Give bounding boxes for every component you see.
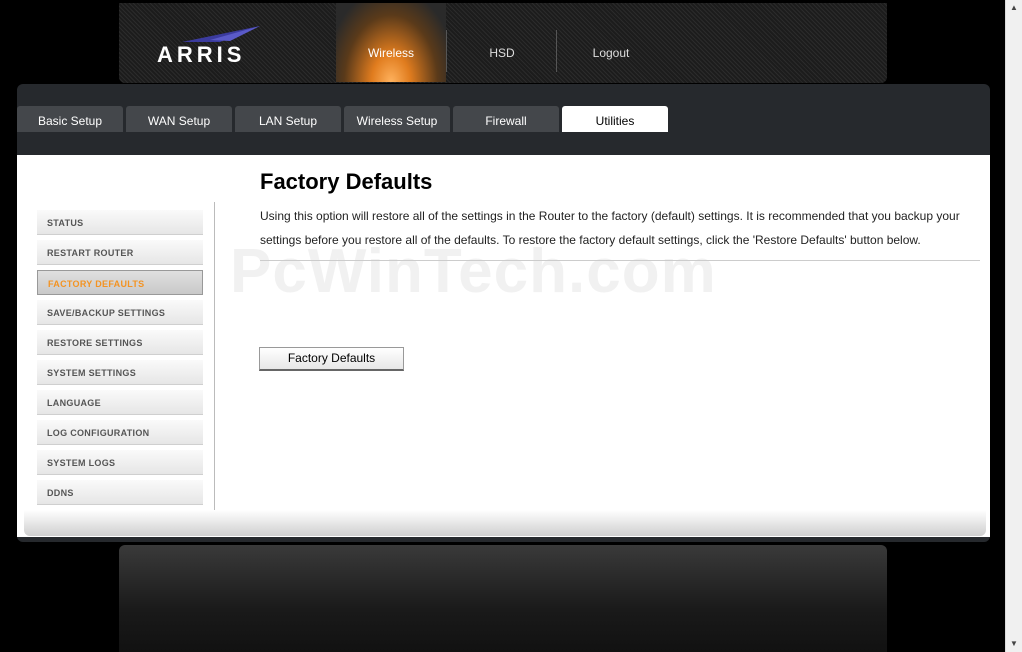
arris-logo-swoosh-icon <box>182 26 260 42</box>
page-description: Using this option will restore all of th… <box>260 209 960 247</box>
tab-wan-setup[interactable]: WAN Setup <box>126 106 232 132</box>
factory-defaults-button[interactable]: Factory Defaults <box>259 347 404 371</box>
topnav-hsd[interactable]: HSD <box>447 3 557 82</box>
tab-lan-setup[interactable]: LAN Setup <box>235 106 341 132</box>
page-title: Factory Defaults <box>260 169 433 194</box>
sidebar-item-system-settings[interactable]: SYSTEM SETTINGS <box>37 360 203 385</box>
sidebar-item-save-backup-settings[interactable]: SAVE/BACKUP SETTINGS <box>37 300 203 325</box>
browser-viewport: ARRIS Wireless HSD Logout Basic Setup WA… <box>0 0 1005 652</box>
sidebar-item-status[interactable]: STATUS <box>37 210 203 235</box>
scroll-up-arrow-icon[interactable]: ▲ <box>1006 0 1022 16</box>
tab-utilities[interactable]: Utilities <box>562 106 668 132</box>
arris-logo: ARRIS <box>157 42 246 67</box>
tab-wireless-setup[interactable]: Wireless Setup <box>344 106 450 132</box>
sidebar-item-system-logs[interactable]: SYSTEM LOGS <box>37 450 203 475</box>
sidebar-item-restore-settings[interactable]: RESTORE SETTINGS <box>37 330 203 355</box>
tab-basic-setup[interactable]: Basic Setup <box>17 106 123 132</box>
footer-band <box>119 545 887 652</box>
topnav-wireless[interactable]: Wireless <box>336 3 446 82</box>
tab-firewall[interactable]: Firewall <box>453 106 559 132</box>
topnav-logout[interactable]: Logout <box>556 3 666 82</box>
sidebar-item-ddns[interactable]: DDNS <box>37 480 203 505</box>
vertical-scrollbar[interactable]: ▲ ▼ <box>1005 0 1022 652</box>
divider <box>260 260 980 261</box>
content-bottom-shade <box>24 510 986 536</box>
sidebar-item-restart-router[interactable]: RESTART ROUTER <box>37 240 203 265</box>
scroll-down-arrow-icon[interactable]: ▼ <box>1006 636 1022 652</box>
sidebar-item-factory-defaults[interactable]: FACTORY DEFAULTS <box>37 270 203 295</box>
sidebar-item-language[interactable]: LANGUAGE <box>37 390 203 415</box>
sidebar-item-log-configuration[interactable]: LOG CONFIGURATION <box>37 420 203 445</box>
